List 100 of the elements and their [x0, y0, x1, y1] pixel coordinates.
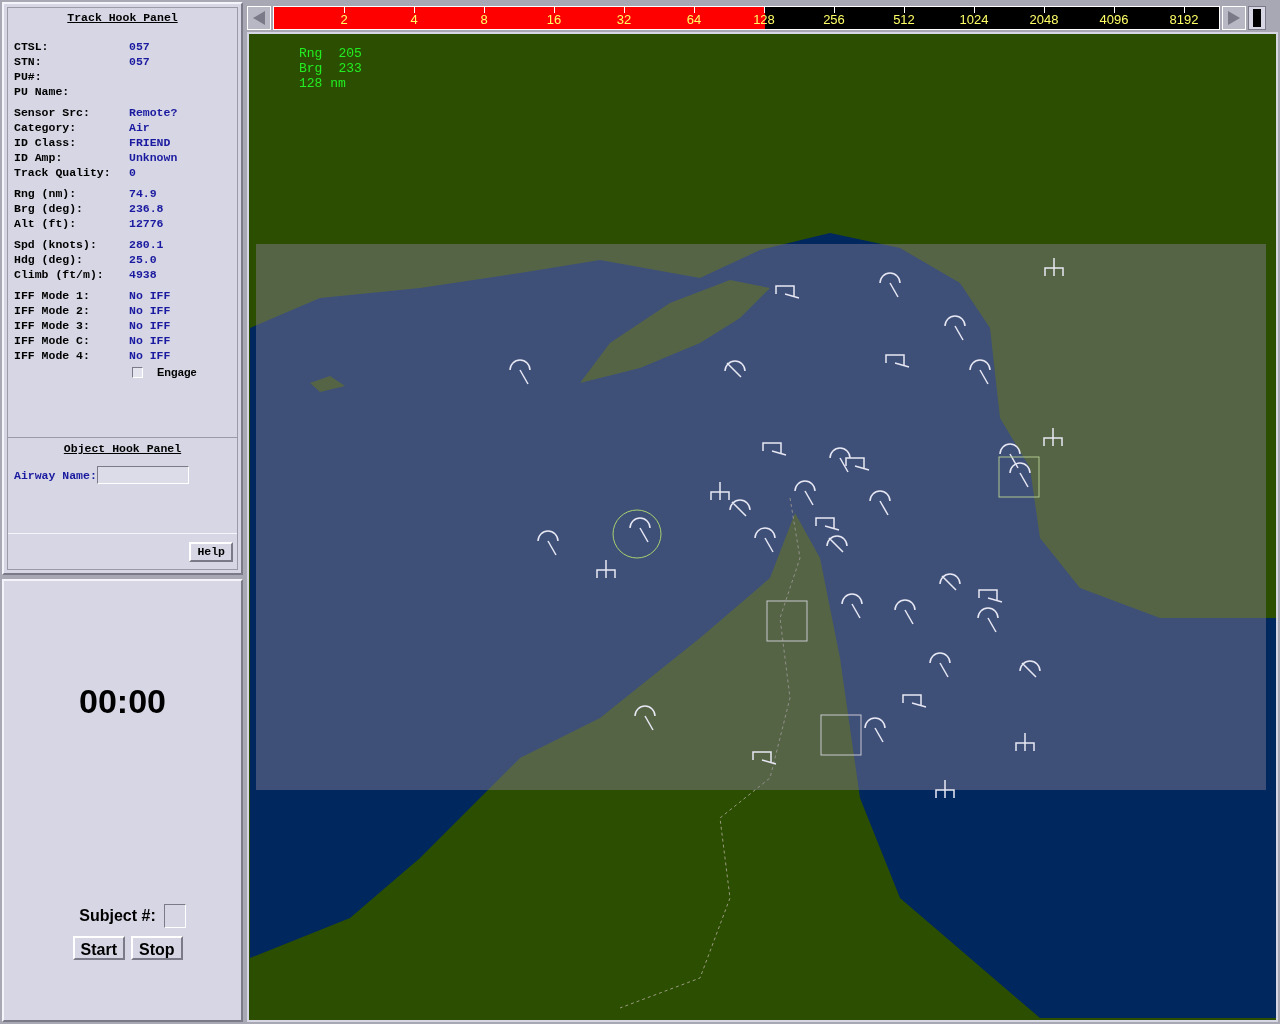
panel-title: Object Hook Panel: [63, 441, 182, 456]
field-label: IFF Mode 4:: [14, 348, 91, 363]
right-arrow-icon: [1228, 11, 1240, 25]
track-symbol[interactable]: [1043, 427, 1063, 447]
scale-tick-label: 512: [893, 13, 915, 27]
track-symbol[interactable]: [775, 285, 800, 299]
scale-tick-label: 256: [823, 13, 845, 27]
track-symbol[interactable]: [864, 717, 886, 743]
left-arrow-icon: [253, 11, 265, 25]
field-value: 12776: [129, 216, 164, 231]
panel-title: Track Hook Panel: [67, 10, 178, 25]
hook-circle[interactable]: [612, 509, 662, 559]
field-value: 236.8: [129, 201, 164, 216]
field-label: Sensor Src:: [14, 105, 91, 120]
field-value: 280.1: [129, 237, 164, 252]
field-value: 057: [129, 54, 150, 69]
track-symbol[interactable]: [826, 535, 848, 553]
track-symbol[interactable]: [885, 354, 910, 368]
track-symbol[interactable]: [944, 315, 966, 341]
subject-label: Subject #:: [79, 906, 156, 926]
scale-tick-label: 4096: [1099, 13, 1129, 27]
subject-field[interactable]: [163, 904, 186, 928]
track-symbol[interactable]: [752, 751, 777, 765]
field-value: No IFF: [129, 288, 171, 303]
engage-label: Engage: [157, 365, 197, 380]
field-value: No IFF: [129, 318, 171, 333]
track-symbol[interactable]: [1019, 660, 1041, 678]
track-symbol[interactable]: [794, 480, 816, 506]
track-symbol[interactable]: [829, 447, 851, 473]
scroll-left-button[interactable]: [247, 6, 271, 30]
scroll-thumb[interactable]: [1248, 6, 1266, 30]
track-symbol[interactable]: [537, 530, 559, 556]
track-symbol[interactable]: [762, 442, 787, 456]
track-symbol[interactable]: [634, 705, 656, 731]
track-symbol[interactable]: [509, 359, 531, 385]
readout-label: Brg: [299, 61, 323, 76]
field-label: Spd (knots):: [14, 237, 98, 252]
track-symbol[interactable]: [596, 559, 616, 579]
field-value: 057: [129, 39, 150, 54]
track-symbol[interactable]: [902, 694, 927, 708]
timer-button[interactable]: Start: [72, 936, 125, 960]
track-symbol[interactable]: [710, 481, 730, 501]
field-value: 0: [129, 165, 136, 180]
field-label: Track Quality:: [14, 165, 112, 180]
field-value: 74.9: [129, 186, 157, 201]
track-symbol[interactable]: [999, 443, 1021, 469]
track-symbol[interactable]: [841, 593, 863, 619]
track-symbol[interactable]: [724, 360, 746, 378]
track-symbol[interactable]: [939, 573, 961, 591]
field-label: ID Class:: [14, 135, 78, 150]
track-symbol[interactable]: [977, 607, 999, 633]
field-label: PU Name:: [14, 84, 71, 99]
field-label: PU#:: [14, 69, 43, 84]
hook-box[interactable]: [998, 456, 1040, 498]
field-label: Rng (nm):: [14, 186, 78, 201]
field-value: Air: [129, 120, 150, 135]
field-label: Brg (deg):: [14, 201, 84, 216]
field-label: Climb (ft/m):: [14, 267, 105, 282]
scale-tick-label: 1024: [959, 13, 989, 27]
track-symbol[interactable]: [879, 272, 901, 298]
timer-button[interactable]: Stop: [130, 936, 183, 960]
track-symbol[interactable]: [869, 490, 891, 516]
airway-name-field[interactable]: [96, 466, 189, 484]
readout-label: Rng: [299, 46, 323, 61]
track-symbol[interactable]: [929, 652, 951, 678]
track-symbol[interactable]: [1009, 462, 1031, 488]
readout-value: 205: [338, 46, 362, 61]
hook-box[interactable]: [820, 714, 862, 756]
readout-value: 233: [338, 61, 362, 76]
track-symbol[interactable]: [629, 517, 651, 543]
track-symbol[interactable]: [969, 359, 991, 385]
field-label: IFF Mode 1:: [14, 288, 91, 303]
track-symbol[interactable]: [815, 517, 840, 531]
field-label: Alt (ft):: [14, 216, 78, 231]
field-label: IFF Mode C:: [14, 333, 91, 348]
field-value: 25.0: [129, 252, 157, 267]
track-symbol[interactable]: [729, 499, 751, 517]
track-symbol[interactable]: [978, 589, 1003, 603]
field-value: Remote?: [129, 105, 178, 120]
field-label: CTSL:: [14, 39, 50, 54]
scale-tick-label: 2048: [1029, 13, 1059, 27]
field-label: ID Amp:: [14, 150, 64, 165]
track-symbol[interactable]: [1044, 257, 1064, 277]
field-label: STN:: [14, 54, 43, 69]
field-label: IFF Mode 3:: [14, 318, 91, 333]
field-label: IFF Mode 2:: [14, 303, 91, 318]
field-value: No IFF: [129, 333, 171, 348]
scale-tick-label: 8: [480, 13, 488, 27]
scale-tick-label: 16: [546, 13, 562, 27]
help-button[interactable]: Help: [189, 541, 233, 562]
engage-checkbox[interactable]: [132, 367, 143, 378]
track-symbol[interactable]: [754, 527, 776, 553]
track-symbol[interactable]: [845, 457, 870, 471]
scale-tick-label: 2: [340, 13, 348, 27]
scroll-right-button[interactable]: [1222, 6, 1246, 30]
track-symbol[interactable]: [1015, 732, 1035, 752]
track-symbol[interactable]: [935, 779, 955, 799]
field-value: Unknown: [129, 150, 178, 165]
track-symbol[interactable]: [894, 599, 916, 625]
field-value: FRIEND: [129, 135, 171, 150]
